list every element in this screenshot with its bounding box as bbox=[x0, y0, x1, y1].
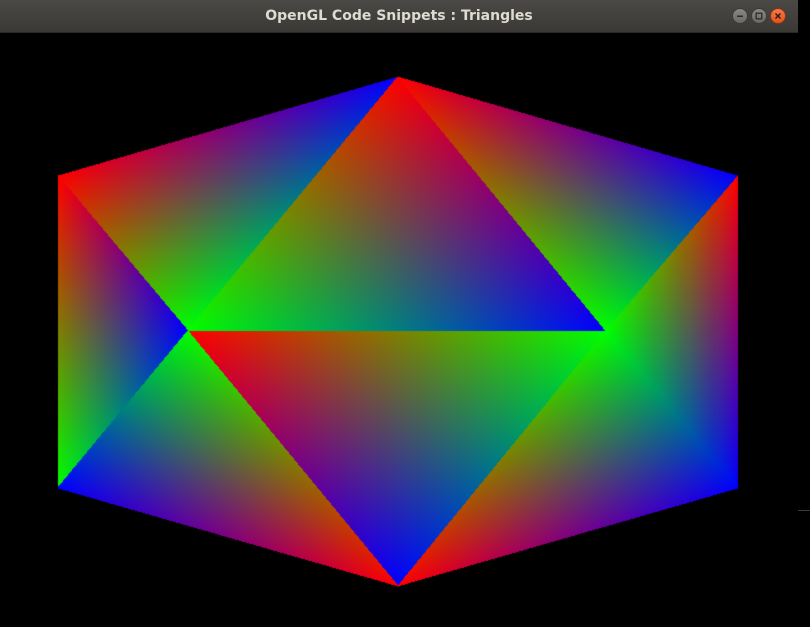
window-title: OpenGL Code Snippets : Triangles bbox=[265, 8, 533, 24]
desktop-edge bbox=[798, 0, 810, 627]
maximize-icon bbox=[755, 12, 763, 20]
minimize-button[interactable] bbox=[732, 8, 748, 24]
maximize-button[interactable] bbox=[751, 8, 767, 24]
minimize-icon bbox=[737, 15, 743, 17]
shaded-triangles-image bbox=[0, 33, 798, 627]
title-bar[interactable]: OpenGL Code Snippets : Triangles bbox=[0, 0, 798, 33]
close-button[interactable] bbox=[770, 8, 786, 24]
app-window: OpenGL Code Snippets : Triangles bbox=[0, 0, 798, 627]
triangle-scene bbox=[0, 33, 798, 627]
window-controls bbox=[732, 8, 786, 24]
opengl-canvas[interactable] bbox=[0, 33, 798, 627]
close-icon bbox=[775, 13, 781, 19]
